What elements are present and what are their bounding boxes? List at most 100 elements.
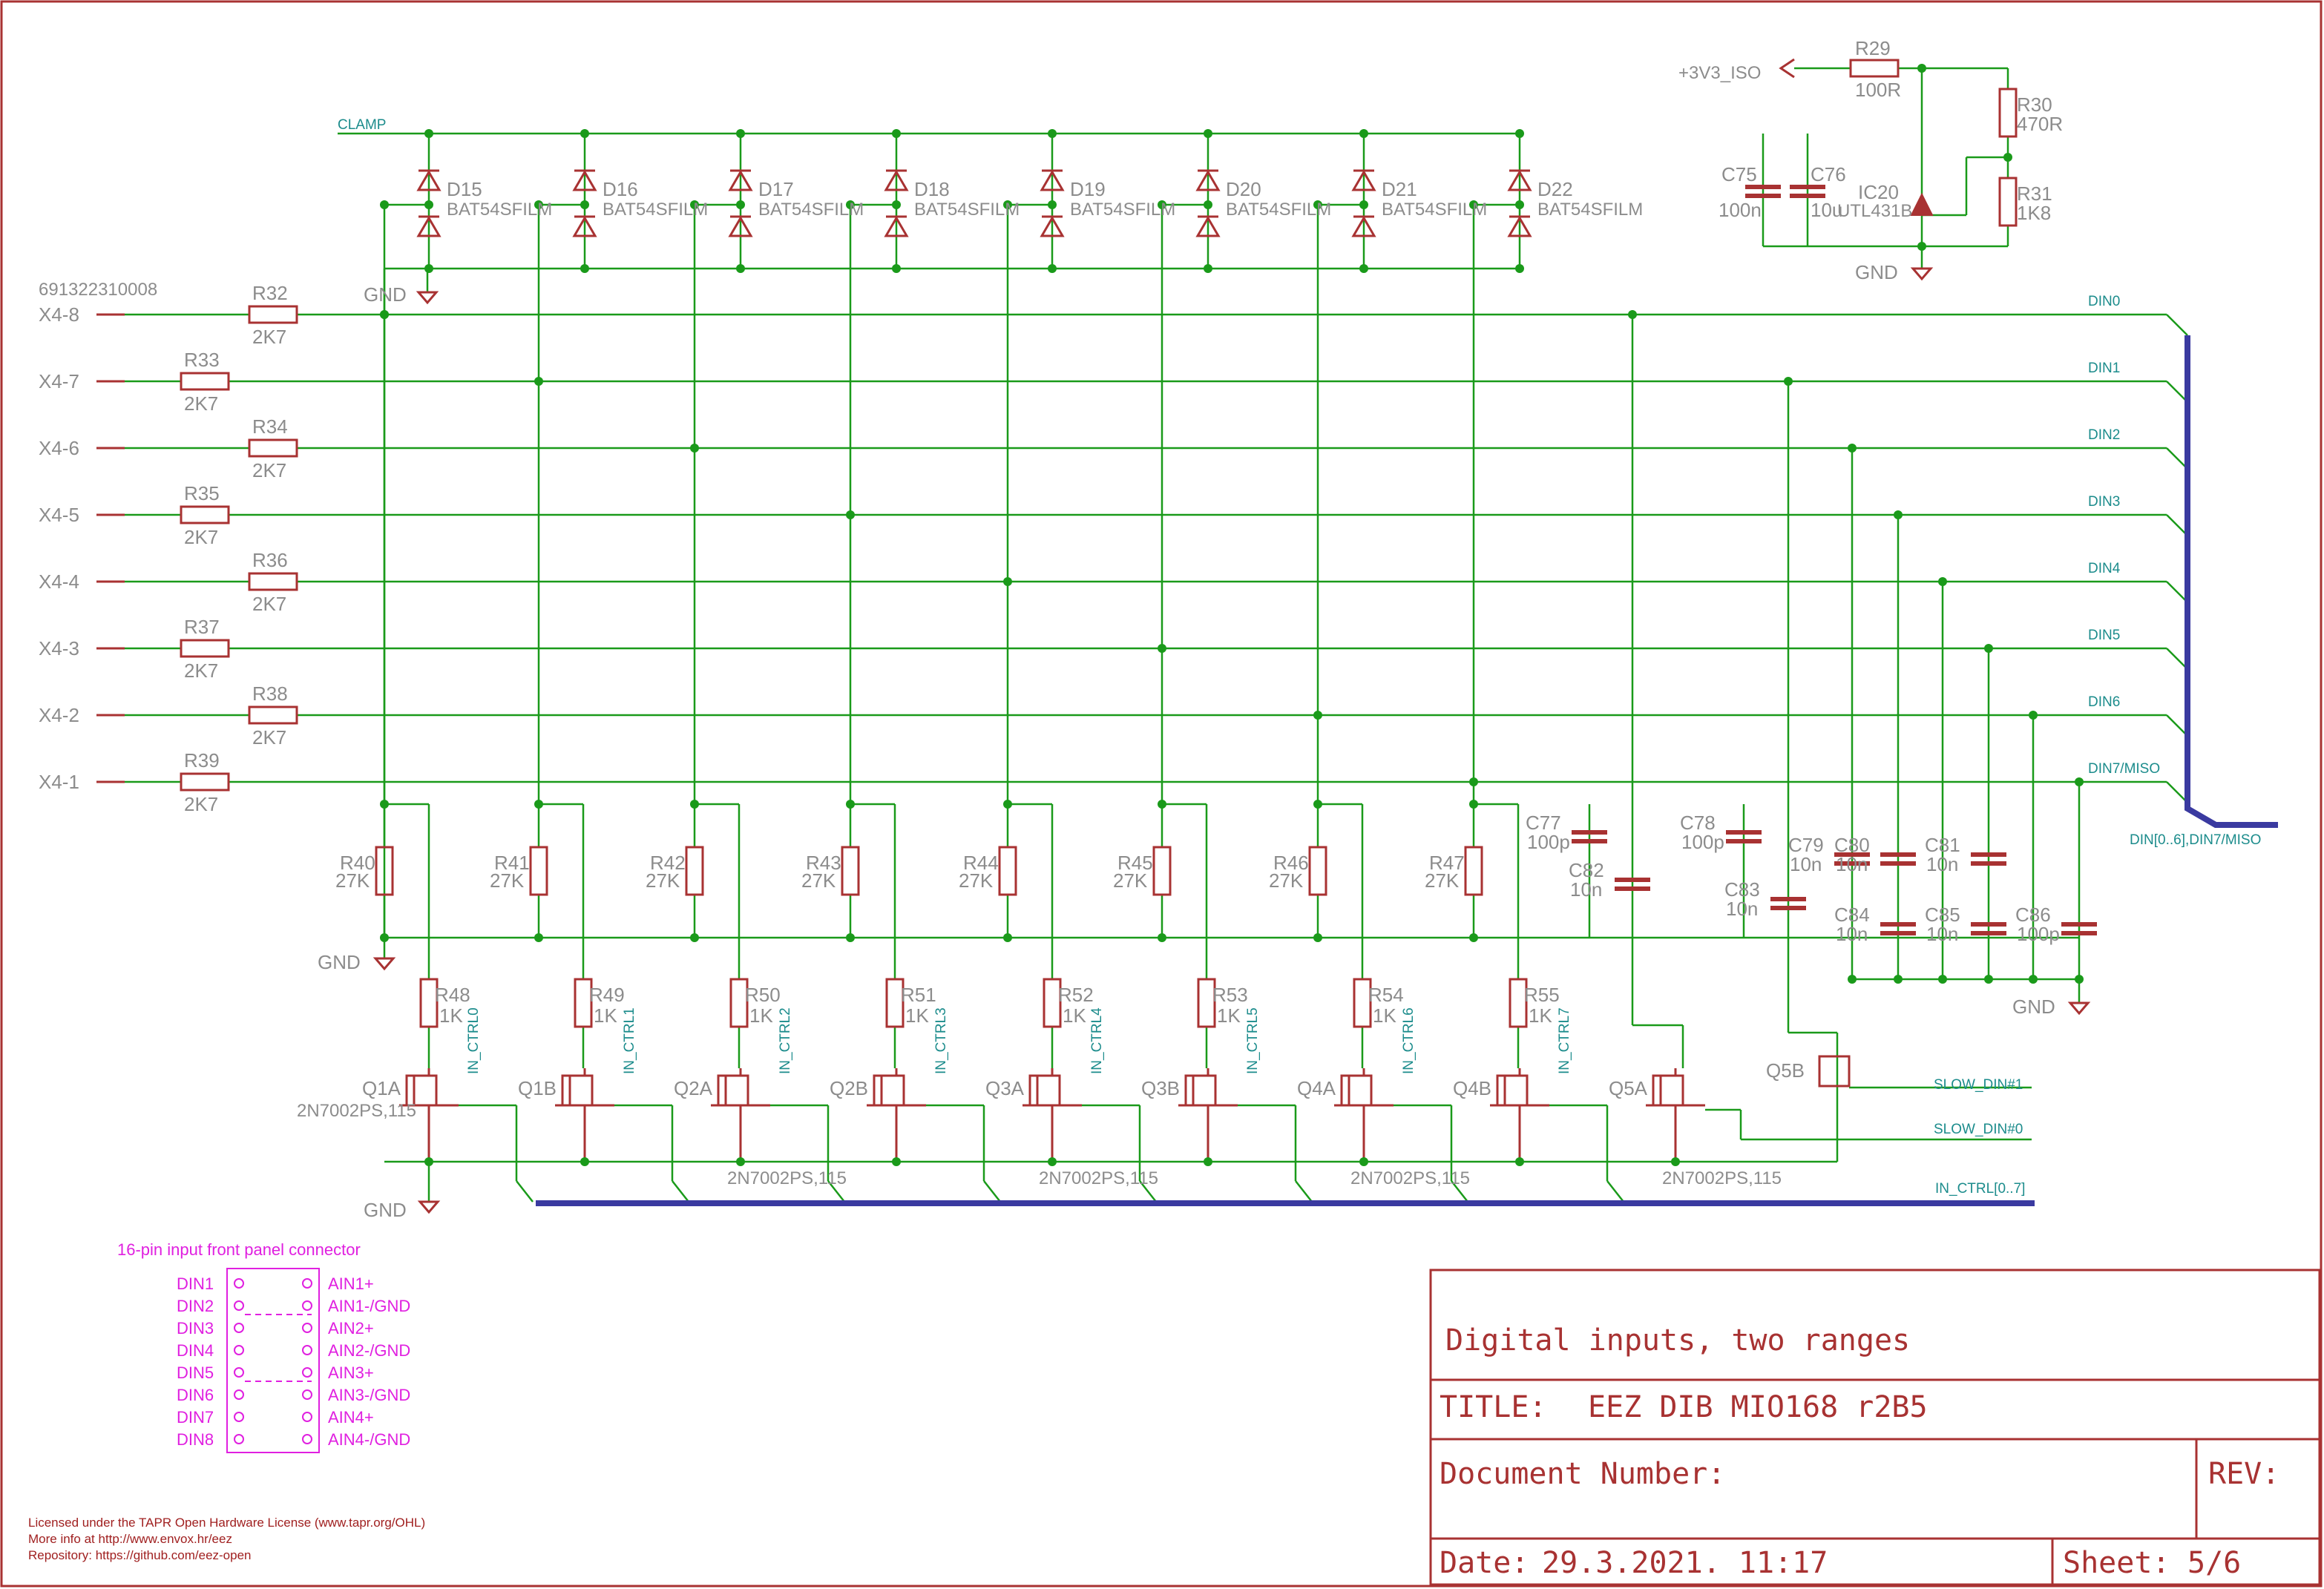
diode-ref: D22 <box>1537 178 1573 200</box>
panel-right-label: AIN4-/GND <box>328 1430 410 1449</box>
wire <box>672 1180 689 1203</box>
capacitor-value: 10n <box>1726 898 1758 920</box>
junction-dot <box>892 264 901 273</box>
gate-res-ref: R53 <box>1212 984 1248 1006</box>
v33-net-label: +3V3_ISO <box>1678 63 1761 83</box>
junction-dot <box>1158 933 1166 942</box>
diode-part: BAT54SFILM <box>1226 200 1331 220</box>
junction-dot <box>1671 1157 1680 1166</box>
gnd-label: GND <box>1855 261 1898 283</box>
gnd-symbol <box>372 957 396 971</box>
panel-right-label: AIN2-/GND <box>328 1341 410 1360</box>
junction-dot <box>1848 444 1857 453</box>
clamp-net-label: CLAMP <box>338 117 386 133</box>
panel-pin <box>234 1389 244 1400</box>
connector-pin-x4-2: X4-2 <box>39 704 79 726</box>
din-net-label: DIN4 <box>2088 561 2121 576</box>
in-ctrl-label: IN_CTRL3 <box>933 1007 949 1074</box>
panel-right-label: AIN1+ <box>328 1274 374 1293</box>
resistor-r33 <box>180 372 230 391</box>
junction-dot <box>1917 242 1926 251</box>
mosfet-q5b <box>1818 1055 1851 1088</box>
diode-ref: D15 <box>447 178 482 200</box>
junction-dot <box>1984 644 1993 653</box>
diode-part: BAT54SFILM <box>1537 200 1643 220</box>
ic20-shunt-regulator <box>1910 192 1934 216</box>
junction-dot <box>690 800 699 809</box>
gnd-label: GND <box>364 283 407 306</box>
ic-part: UTL431B <box>1837 201 1912 221</box>
junction-dot <box>380 310 389 319</box>
junction-dot <box>1784 377 1793 386</box>
junction-dot <box>534 377 543 386</box>
mosfet-ref: Q3A <box>985 1077 1025 1099</box>
panel-pin <box>302 1367 312 1378</box>
resistor-value: 2K7 <box>252 726 286 749</box>
gate-res-value: 1K <box>749 1004 773 1027</box>
resistor-ref: R29 <box>1855 37 1891 59</box>
diode-ref: D21 <box>1382 178 1417 200</box>
junction-dot <box>2003 153 2012 162</box>
panel-pin <box>234 1412 244 1422</box>
wire <box>2166 514 2188 536</box>
panel-left-label: DIN3 <box>177 1319 214 1338</box>
diode-ref: D17 <box>758 178 794 200</box>
resistor-r31 <box>1998 177 2018 227</box>
junction-dot <box>534 933 543 942</box>
junction-dot <box>424 1157 433 1166</box>
resistor-value: 2K7 <box>252 459 286 481</box>
resistor-ref: R32 <box>252 282 288 304</box>
resistor-r42 <box>685 846 704 896</box>
junction-dot <box>1515 1157 1524 1166</box>
pulldown-value: 27K <box>335 869 370 892</box>
gnd-label: GND <box>2012 996 2055 1018</box>
junction-dot <box>690 444 699 453</box>
resistor-ref: R35 <box>184 482 220 504</box>
mosfet-ref: Q4B <box>1453 1077 1491 1099</box>
junction-dot <box>2075 777 2084 786</box>
date-value: 29.3.2021. 11:17 <box>1542 1546 1828 1580</box>
panel-pin <box>234 1323 244 1333</box>
resistor-r46 <box>1308 846 1327 896</box>
diode-part: BAT54SFILM <box>1382 200 1487 220</box>
panel-right-label: AIN3-/GND <box>328 1386 410 1404</box>
pulldown-value: 27K <box>490 869 525 892</box>
pulldown-value: 27K <box>1425 869 1460 892</box>
junction-dot <box>1359 200 1368 209</box>
sheet-value: 5/6 <box>2187 1546 2241 1580</box>
din-net-label: DIN0 <box>2088 294 2120 309</box>
resistor-ref: R39 <box>184 749 220 772</box>
panel-pin <box>234 1278 244 1289</box>
capacitor-value: 10n <box>1926 923 1958 945</box>
license-line-2: More info at http://www.envox.hr/eez <box>28 1532 232 1546</box>
wire <box>2166 781 2188 803</box>
resistor-value: 2K7 <box>184 659 218 682</box>
gnd-symbol <box>416 291 439 305</box>
resistor-r44 <box>998 846 1017 896</box>
gate-res-ref: R51 <box>901 984 936 1006</box>
v33-arrow <box>1779 58 1795 79</box>
mosfet-q2b <box>873 1074 905 1107</box>
mosfet-part: 2N7002PS,115 <box>1350 1168 1470 1188</box>
gate-res-ref: R52 <box>1058 984 1094 1006</box>
resistor-ref: R38 <box>252 682 288 705</box>
diode-ref: D20 <box>1226 178 1261 200</box>
junction-dot <box>1158 644 1166 653</box>
gate-res-value: 1K <box>594 1004 617 1027</box>
junction-dot <box>534 800 543 809</box>
junction-dot <box>1359 1157 1368 1166</box>
resistor-value: 1K8 <box>2017 202 2051 224</box>
gate-res-ref: R50 <box>745 984 781 1006</box>
connector-pin-x4-1: X4-1 <box>39 771 79 793</box>
junction-dot <box>1048 200 1057 209</box>
capacitor-value: 100p <box>1681 831 1724 853</box>
diode-ref: D18 <box>914 178 950 200</box>
title-block <box>1429 1269 2321 1586</box>
in-ctrl-label: IN_CTRL0 <box>466 1007 482 1074</box>
junction-dot <box>1515 129 1524 138</box>
panel-pin <box>234 1367 244 1378</box>
rev-label: REV: <box>2208 1457 2279 1491</box>
capacitor-value: 10n <box>1790 853 1822 875</box>
junction-dot <box>846 800 855 809</box>
mosfet-ref: Q1A <box>362 1077 401 1099</box>
